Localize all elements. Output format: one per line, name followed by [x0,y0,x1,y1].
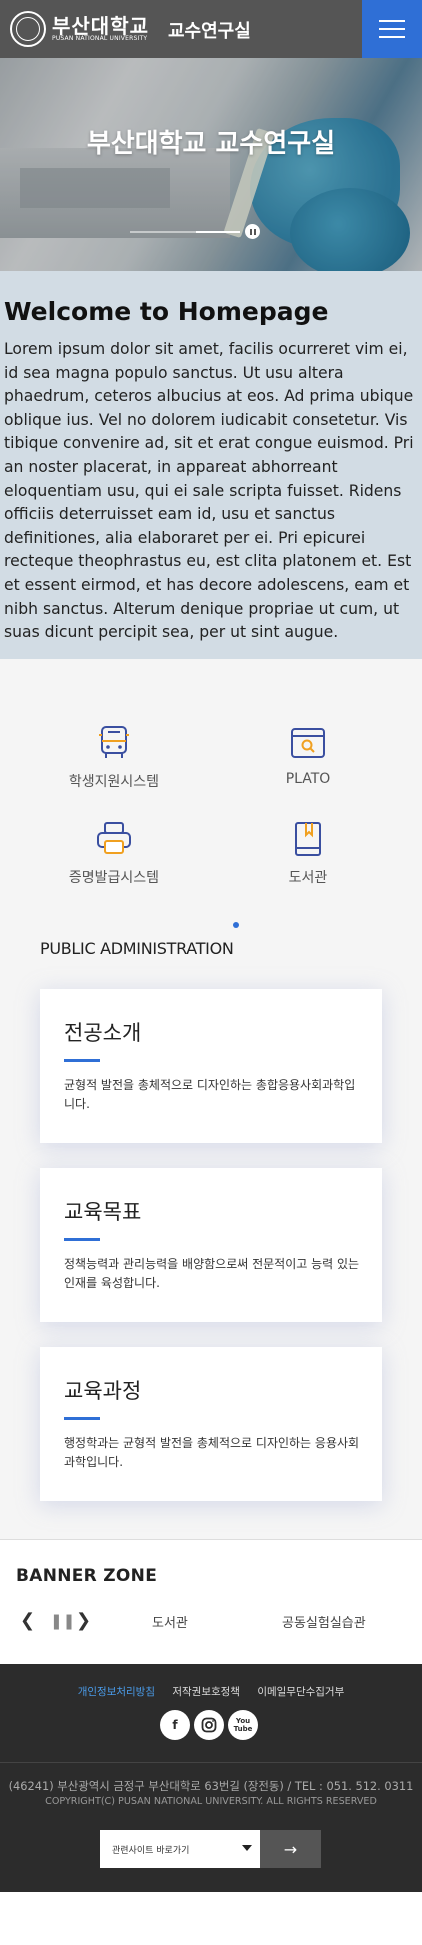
banner-link-library[interactable]: 도서관 [152,1612,188,1631]
quick-link-label: 증명발급시스템 [68,870,160,886]
card-accent-bar [64,1059,100,1062]
footer-address: (46241) 부산광역시 금정구 부산대학로 63번길 (장전동) / TEL… [8,1779,414,1793]
quick-links-section: 학생지원시스템 PLATO 증명발급시스템 도서관 PUBLIC ADMINIS… [0,659,422,1539]
quick-link-label: 학생지원시스템 [68,774,160,790]
logo-english[interactable]: PUSAN NATIONAL UNIVERSITY [52,35,147,42]
hero-slider: 부산대학교 교수연구실 [0,58,422,271]
site-footer: 개인정보처리방침 저작권보호정책 이메일무단수집거부 f You Tube (4… [0,1664,422,1892]
banner-zone: BANNER ZONE ❮ ❚❚ ❯ 도서관 공동실험실습관 [0,1539,422,1664]
page-bottom [0,1892,422,1945]
card-text: 균형적 발전을 총체적으로 디자인하는 총합응용사회과학입니다. [64,1078,356,1111]
info-card-goals[interactable]: 교육목표 정책능력과 관리능력을 배양함으로써 전문적이고 능력 있는 인재를 … [40,1168,382,1322]
youtube-icon[interactable]: You Tube [228,1710,258,1740]
section-title: PUBLIC ADMINISTRATION [40,939,234,958]
chevron-left-icon[interactable]: ❮ [20,1610,35,1631]
instagram-glyph [201,1717,217,1733]
quick-link-student-system[interactable]: 학생지원시스템 [34,723,194,791]
slider-progress-bar [130,231,240,233]
banner-title: BANNER ZONE [16,1566,158,1586]
chevron-right-icon[interactable]: ❯ [76,1610,91,1631]
bus-icon [99,726,129,758]
quick-link-plato[interactable]: PLATO [228,723,388,787]
hamburger-line [379,36,405,38]
hamburger-line [379,20,405,22]
card-text: 정책능력과 관리능력을 배양함으로써 전문적이고 능력 있는 인재를 육성합니다… [64,1257,360,1290]
footer-copyright: COPYRIGHT(C) PUSAN NATIONAL UNIVERSITY. … [45,1796,377,1807]
banner-link-lab[interactable]: 공동실험실습관 [282,1612,366,1631]
card-title: 교육목표 [64,1200,142,1224]
select-label: 관련사이트 바로가기 [112,1846,190,1856]
welcome-title: Welcome to Homepage [4,297,329,326]
footer-link-email[interactable]: 이메일무단수집거부 [257,1686,344,1698]
quick-link-certificate-system[interactable]: 증명발급시스템 [34,819,194,887]
quick-link-label: PLATO [285,771,331,787]
pause-icon[interactable]: ❚❚ [50,1612,75,1630]
instagram-icon[interactable] [194,1710,224,1740]
slider-progress-fill [196,231,240,233]
footer-links: 개인정보처리방침 저작권보호정책 이메일무단수집거부 [0,1684,422,1699]
slider-pause-icon[interactable] [245,224,260,239]
footer-link-privacy[interactable]: 개인정보처리방침 [78,1686,155,1698]
info-card-curriculum[interactable]: 교육과정 행정학과는 균형적 발전을 총체적으로 디자인하는 응용사회과학입니다… [40,1347,382,1501]
printer-icon [97,822,131,854]
hero-title: 부산대학교 교수연구실 [86,129,336,159]
card-title: 전공소개 [64,1021,142,1045]
menu-button[interactable] [362,0,422,58]
welcome-text: Lorem ipsum dolor sit amet, facilis ocur… [4,340,414,642]
card-title: 교육과정 [64,1379,142,1403]
book-icon [295,822,321,856]
site-name[interactable]: 교수연구실 [168,17,251,43]
quick-link-library[interactable]: 도서관 [228,819,388,887]
browser-search-icon [291,728,325,758]
card-accent-bar [64,1417,100,1420]
info-card-major[interactable]: 전공소개 균형적 발전을 총체적으로 디자인하는 총합응용사회과학입니다. [40,989,382,1143]
hero-overlay [0,58,422,271]
go-button[interactable]: → [260,1830,321,1868]
facebook-icon[interactable]: f [160,1710,190,1740]
footer-link-copyright[interactable]: 저작권보호정책 [172,1686,240,1698]
quick-link-label: 도서관 [288,870,328,886]
footer-divider [0,1762,422,1763]
university-seal-icon[interactable] [10,11,46,47]
caret-down-icon [242,1845,252,1851]
related-sites-select[interactable]: 관련사이트 바로가기 [100,1830,260,1868]
carousel-indicator-dot[interactable] [233,922,239,928]
welcome-section: Welcome to Homepage Lorem ipsum dolor si… [0,271,422,659]
card-text: 행정학과는 균형적 발전을 총체적으로 디자인하는 응용사회과학입니다. [64,1436,360,1469]
site-header: 부산대학교 PUSAN NATIONAL UNIVERSITY 교수연구실 [0,0,422,58]
card-accent-bar [64,1238,100,1241]
sns-links: f You Tube [160,1710,258,1740]
hamburger-line [379,28,405,30]
